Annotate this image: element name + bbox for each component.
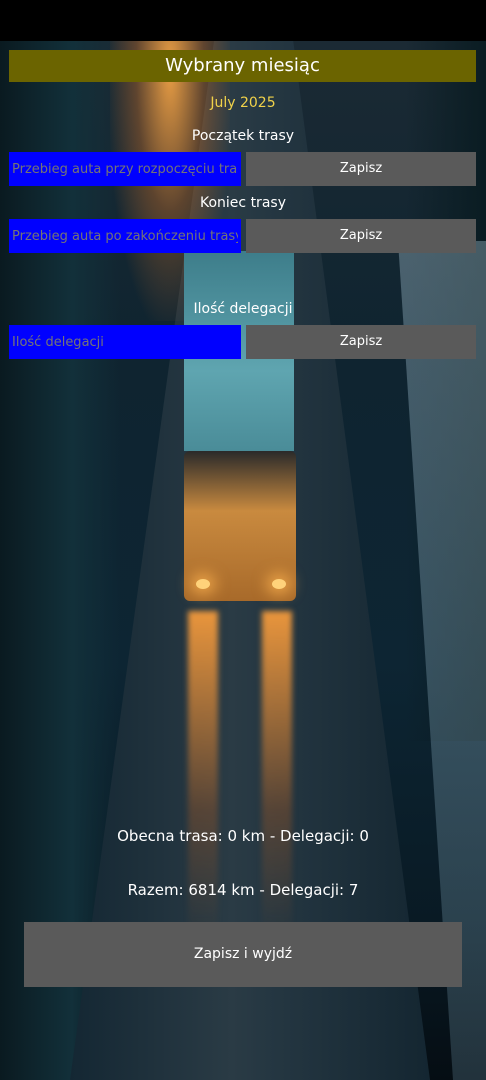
selected-month: July 2025	[210, 95, 276, 111]
current-route-summary: Obecna trasa: 0 km - Delegacji: 0	[117, 827, 369, 845]
header-title: Wybrany miesiąc	[9, 50, 476, 82]
background-headlight-left	[196, 579, 210, 589]
delegations-save-button[interactable]: Zapisz	[246, 325, 476, 359]
background-headlight-right	[272, 579, 286, 589]
route-end-save-button[interactable]: Zapisz	[246, 219, 476, 253]
route-start-label: Początek trasy	[191, 128, 295, 144]
status-bar	[0, 0, 486, 41]
route-start-mileage-input[interactable]	[9, 152, 241, 186]
delegations-input[interactable]	[9, 325, 241, 359]
route-start-save-button[interactable]: Zapisz	[246, 152, 476, 186]
save-and-exit-button[interactable]: Zapisz i wyjdź	[24, 922, 462, 987]
route-end-mileage-input[interactable]	[9, 219, 241, 253]
total-summary: Razem: 6814 km - Delegacji: 7	[127, 881, 359, 899]
route-end-label: Koniec trasy	[200, 195, 286, 211]
delegations-label: Ilość delegacji	[193, 301, 293, 317]
